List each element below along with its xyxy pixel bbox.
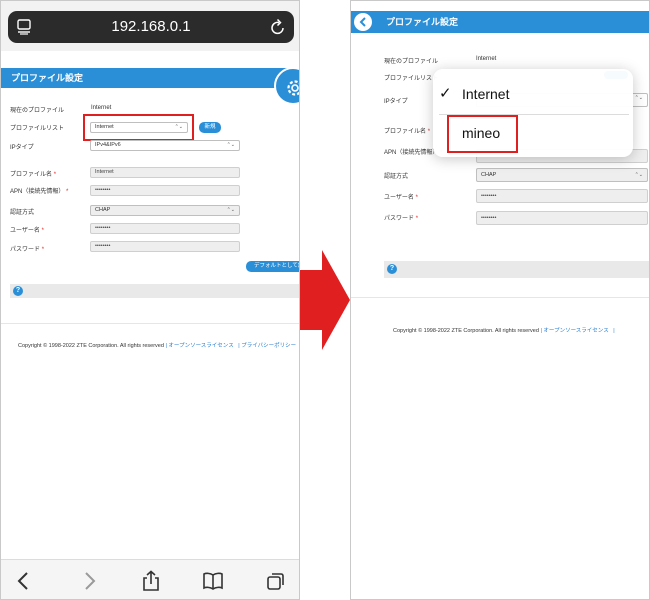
select-arrow-icon: ⌃⌄ bbox=[226, 207, 235, 213]
url-text[interactable]: 192.168.0.1 bbox=[8, 18, 294, 35]
help-row: ? bbox=[384, 261, 649, 278]
select-arrow-icon: ⌃⌄ bbox=[634, 172, 643, 178]
share-icon[interactable] bbox=[140, 570, 162, 592]
apn-field[interactable]: •••••••• bbox=[90, 185, 240, 196]
ip-type-label: IPタイプ bbox=[10, 145, 34, 151]
current-profile-value: Internet bbox=[91, 105, 112, 111]
username-label: ユーザー名 * bbox=[384, 195, 418, 201]
username-field[interactable]: •••••••• bbox=[476, 189, 648, 203]
back-icon[interactable] bbox=[13, 570, 35, 592]
gear-icon bbox=[287, 80, 299, 96]
highlight-box bbox=[83, 114, 194, 141]
page-title: プロファイル設定 bbox=[11, 73, 84, 83]
current-profile-value: Internet bbox=[476, 56, 497, 62]
page-header: プロファイル設定 bbox=[1, 68, 299, 88]
page-title: プロファイル設定 bbox=[386, 17, 459, 27]
new-profile-button[interactable]: 新規 bbox=[199, 122, 221, 133]
address-bar[interactable]: 192.168.0.1 bbox=[8, 11, 294, 43]
privacy-policy-link[interactable]: プライバシーポリシー bbox=[241, 343, 296, 349]
oss-license-link[interactable]: オープンソースライセンス bbox=[543, 328, 608, 334]
set-default-button[interactable]: デフォルトとして設 bbox=[246, 261, 299, 272]
highlight-box bbox=[447, 115, 518, 153]
auth-select[interactable]: CHAP ⌃⌄ bbox=[476, 168, 648, 182]
tabs-overview-icon[interactable] bbox=[265, 570, 287, 592]
select-arrow-icon: ⌃⌄ bbox=[226, 142, 235, 148]
back-button[interactable] bbox=[354, 13, 372, 31]
profile-list-label: プロファイルリスト bbox=[10, 126, 65, 132]
auth-select[interactable]: CHAP ⌃⌄ bbox=[90, 205, 240, 216]
username-label: ユーザー名 * bbox=[10, 228, 44, 234]
transition-arrow-icon bbox=[300, 250, 350, 350]
profile-name-label: プロファイル名 * bbox=[384, 129, 431, 135]
divider bbox=[351, 297, 649, 298]
bookmarks-icon[interactable] bbox=[202, 570, 224, 592]
right-phone-screen: プロファイル設定 現在のプロファイル Internet プロファイルリスト IP… bbox=[350, 0, 650, 600]
profile-name-field[interactable]: Internet bbox=[90, 167, 240, 178]
footer: Copyright © 1998-2022 ZTE Corporation. A… bbox=[393, 328, 615, 334]
auth-label: 認証方式 bbox=[10, 210, 35, 216]
current-profile-label: 現在のプロファイル bbox=[10, 108, 65, 114]
ip-type-label: IPタイプ bbox=[384, 99, 408, 105]
current-profile-label: 現在のプロファイル bbox=[384, 59, 439, 65]
password-field[interactable]: •••••••• bbox=[476, 211, 648, 225]
browser-toolbar bbox=[1, 559, 299, 599]
footer: Copyright © 1998-2022 ZTE Corporation. A… bbox=[18, 343, 297, 349]
profile-list-label: プロファイルリスト bbox=[384, 76, 439, 82]
divider bbox=[1, 323, 299, 324]
username-field[interactable]: •••••••• bbox=[90, 223, 240, 234]
password-field[interactable]: •••••••• bbox=[90, 241, 240, 252]
option-label: Internet bbox=[462, 86, 510, 102]
chevron-left-icon bbox=[359, 17, 366, 27]
oss-license-link[interactable]: オープンソースライセンス bbox=[168, 343, 233, 349]
help-icon[interactable]: ? bbox=[387, 264, 397, 274]
dropdown-option-internet[interactable]: ✓ Internet bbox=[433, 83, 633, 105]
auth-value: CHAP bbox=[481, 172, 497, 178]
apn-label: APN（接続先情報） * bbox=[10, 189, 69, 195]
help-row: ? bbox=[10, 284, 299, 298]
settings-button[interactable] bbox=[274, 67, 299, 105]
reload-icon[interactable] bbox=[270, 18, 286, 36]
select-arrow-icon: ⌃⌄ bbox=[634, 95, 643, 101]
forward-icon[interactable] bbox=[78, 570, 100, 592]
help-icon[interactable]: ? bbox=[13, 286, 23, 296]
checkmark-icon: ✓ bbox=[439, 85, 452, 102]
ip-type-value: IPv4&IPv6 bbox=[95, 142, 121, 148]
auth-value: CHAP bbox=[95, 207, 111, 213]
ip-type-select[interactable]: IPv4&IPv6 ⌃⌄ bbox=[90, 140, 240, 151]
page-header: プロファイル設定 bbox=[351, 11, 649, 33]
auth-label: 認証方式 bbox=[384, 174, 409, 180]
password-label: パスワード * bbox=[10, 247, 45, 253]
left-phone-screen: 192.168.0.1 プロファイル設定 現在のプロファイル Internet … bbox=[0, 0, 300, 600]
copyright-text: Copyright © 1998-2022 ZTE Corporation. A… bbox=[393, 328, 539, 334]
copyright-text: Copyright © 1998-2022 ZTE Corporation. A… bbox=[18, 343, 164, 349]
password-label: パスワード * bbox=[384, 216, 419, 222]
browser-top-bar: 192.168.0.1 bbox=[1, 1, 299, 51]
profile-name-label: プロファイル名 * bbox=[10, 172, 57, 178]
